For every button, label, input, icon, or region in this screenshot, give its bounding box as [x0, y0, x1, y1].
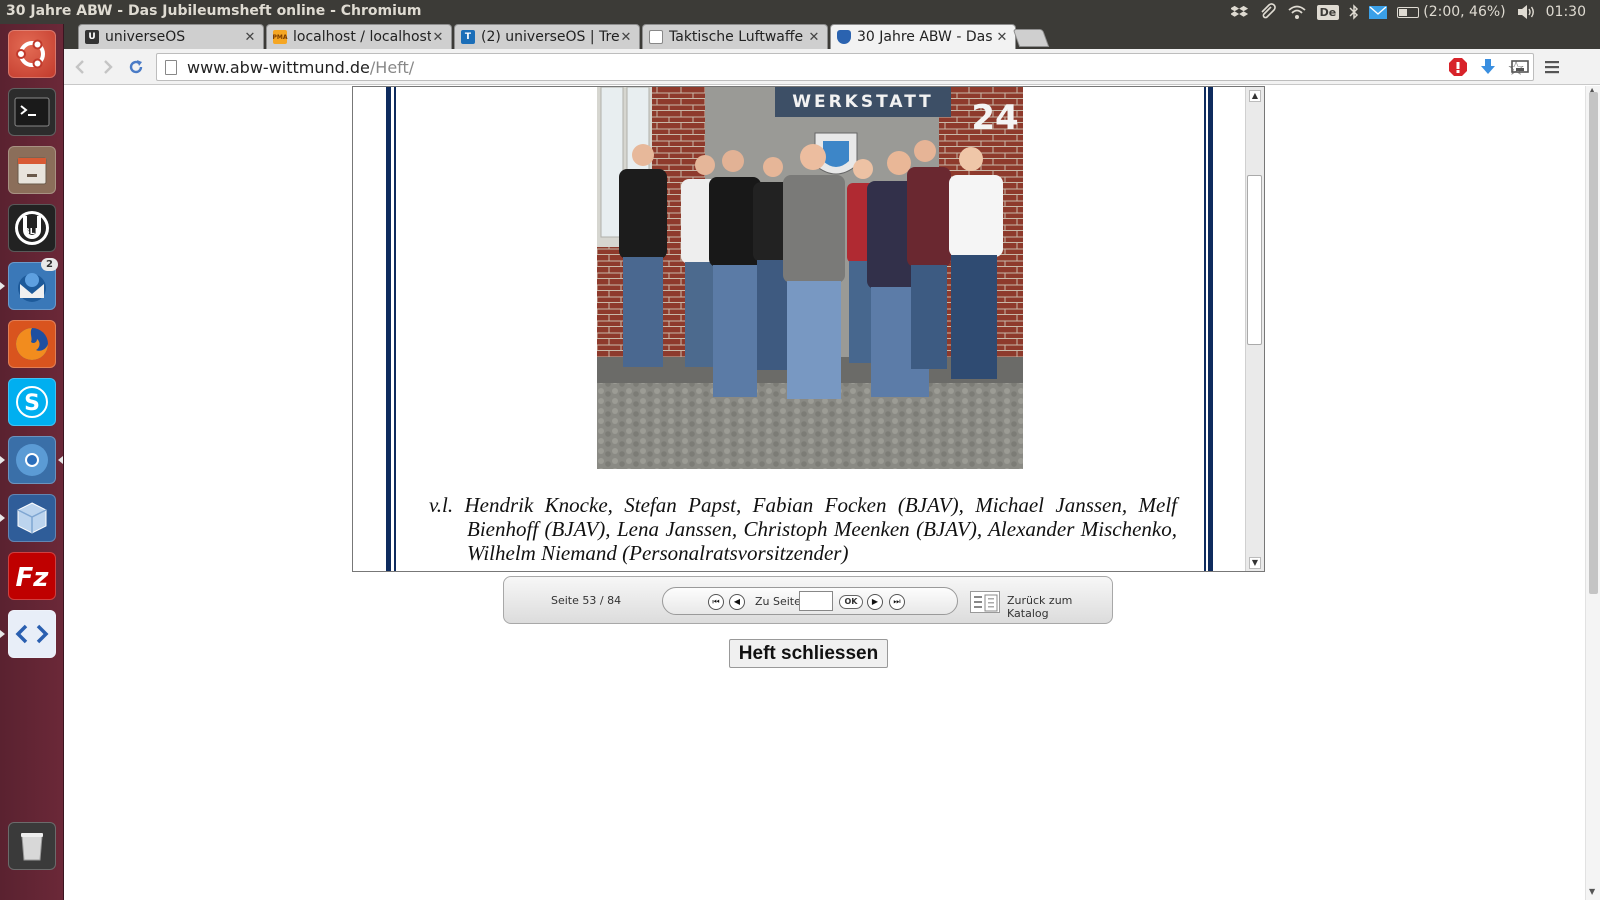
page-navigation-bar: Seite 53 / 84 ⏮ ◀ Zu Seite: OK ▶ ⏭ Zurüc… — [503, 576, 1113, 624]
page-icon — [165, 59, 177, 75]
page-scroll-thumb[interactable] — [1589, 92, 1598, 594]
magazine-page-viewer[interactable]: WERKSTATT 24 v.l. Hendrik Knocke, Stefan… — [352, 86, 1265, 572]
back-arrow-icon — [75, 60, 84, 74]
mail-icon[interactable] — [1369, 0, 1388, 24]
ubuntu-dash-icon[interactable] — [8, 30, 56, 78]
menu-icon[interactable] — [1540, 55, 1564, 79]
paperclip-icon[interactable] — [1259, 0, 1277, 24]
chromium-icon[interactable] — [8, 436, 56, 484]
tab-universeos[interactable]: U universeOS ✕ — [78, 24, 264, 49]
virtualbox-icon[interactable] — [8, 494, 56, 542]
focused-indicator — [58, 456, 63, 464]
clock[interactable]: 01:30 — [1546, 0, 1586, 24]
tab-trello[interactable]: T (2) universeOS | Trello ✕ — [454, 24, 640, 49]
forward-button[interactable] — [96, 55, 120, 79]
running-indicator — [0, 282, 5, 290]
tab-close-icon[interactable]: ✕ — [807, 30, 821, 45]
address-bar[interactable]: www.abw-wittmund.de/Heft/ ☆ — [156, 53, 1534, 81]
skype-icon[interactable]: S — [8, 378, 56, 426]
close-magazine-button[interactable]: Heft schliessen — [729, 639, 888, 668]
phpmyadmin-favicon: PMA — [273, 30, 288, 44]
unity-launcher: BLE 2 S Fz — [0, 24, 64, 900]
tab-close-icon[interactable]: ✕ — [995, 30, 1009, 45]
battery-indicator[interactable]: (2:00, 46%) — [1397, 0, 1506, 24]
thunderbird-icon[interactable]: 2 — [8, 258, 58, 310]
tab-close-icon[interactable]: ✕ — [431, 30, 445, 45]
new-tab-button[interactable] — [1012, 29, 1050, 47]
goto-page-label: Zu Seite: — [755, 595, 805, 608]
page-counter: Seite 53 / 84 — [551, 594, 622, 607]
firefox-icon[interactable] — [8, 320, 56, 368]
battery-status: (2:00, 46%) — [1423, 4, 1506, 20]
photo-sign-werkstatt: WERKSTATT — [792, 92, 934, 112]
filezilla-icon[interactable]: Fz — [8, 552, 56, 600]
tab-localhost[interactable]: PMA localhost / localhost ✕ — [266, 24, 452, 49]
abw-shield-favicon — [837, 30, 851, 44]
page-favicon — [649, 30, 663, 44]
photo-sign-number: 24 — [971, 98, 1018, 138]
page-border-left-outer — [386, 87, 391, 571]
volume-icon[interactable] — [1516, 0, 1536, 24]
tab-strip: U universeOS ✕ PMA localhost / localhost… — [64, 24, 1600, 49]
running-indicator — [0, 514, 5, 522]
tab-close-icon[interactable]: ✕ — [243, 30, 257, 45]
keyboard-layout-indicator[interactable]: De — [1316, 0, 1340, 24]
viewer-scrollbar[interactable]: ▲ ▼ — [1245, 87, 1264, 571]
trash-icon[interactable] — [8, 822, 56, 870]
back-to-catalog-link[interactable]: Zurück zum Katalog — [1007, 594, 1112, 620]
svg-text:BLE: BLE — [24, 227, 41, 236]
url-host: www.abw-wittmund.de — [187, 57, 370, 77]
page-border-right-inner — [1204, 87, 1206, 571]
forward-arrow-icon — [104, 60, 113, 74]
scroll-down-arrow-icon[interactable]: ▼ — [1249, 557, 1261, 569]
system-tray: De (2:00, 46%) 01:30 — [1230, 0, 1586, 24]
page-scroll-down-arrow-icon[interactable]: ▼ — [1589, 887, 1595, 896]
window-title: 30 Jahre ABW - Das Jubileumsheft online … — [6, 3, 422, 19]
next-page-icon[interactable]: ▶ — [867, 594, 883, 610]
viewer-scroll-thumb[interactable] — [1247, 175, 1262, 345]
back-button[interactable] — [68, 55, 92, 79]
battery-level-fill — [1399, 8, 1408, 16]
tab-close-icon[interactable]: ✕ — [619, 30, 633, 45]
dropbox-icon[interactable] — [1230, 0, 1249, 24]
previous-page-icon[interactable]: ◀ — [729, 594, 745, 610]
top-panel: 30 Jahre ABW - Das Jubileumsheft online … — [0, 0, 1600, 24]
trello-favicon: T — [461, 30, 475, 44]
browser-toolbar: www.abw-wittmund.de/Heft/ ☆ — [64, 49, 1600, 85]
page-border-left-inner — [394, 87, 396, 571]
goto-page-input[interactable] — [799, 591, 833, 611]
reload-icon — [129, 60, 143, 74]
svg-text:Fz: Fz — [16, 563, 50, 593]
cast-icon[interactable] — [1508, 55, 1532, 79]
universeos-favicon: U — [85, 30, 99, 44]
catalog-icon[interactable] — [970, 591, 1000, 613]
file-manager-icon[interactable] — [8, 146, 56, 194]
goto-ok-button[interactable]: OK — [839, 595, 863, 609]
wifi-icon[interactable] — [1287, 0, 1307, 24]
page-content: WERKSTATT 24 v.l. Hendrik Knocke, Stefan… — [64, 86, 1600, 900]
ble-app-icon[interactable]: BLE — [8, 204, 56, 252]
svg-text:S: S — [24, 391, 40, 416]
page-controls: ⏮ ◀ Zu Seite: OK ▶ ⏭ — [662, 587, 958, 615]
adblock-icon[interactable] — [1446, 55, 1470, 79]
page-scrollbar[interactable]: ▲ ▼ — [1585, 86, 1600, 900]
running-indicator — [0, 456, 5, 464]
terminal-icon[interactable] — [8, 88, 56, 136]
battery-icon — [1397, 6, 1420, 18]
running-indicator — [0, 630, 5, 638]
bluetooth-icon[interactable] — [1349, 0, 1359, 24]
code-editor-icon[interactable] — [8, 610, 56, 658]
tab-30-jahre-abw[interactable]: 30 Jahre ABW - Das Jubileumsheft ✕ — [830, 24, 1016, 49]
first-page-icon[interactable]: ⏮ — [708, 594, 724, 610]
photo-caption: v.l. Hendrik Knocke, Stefan Papst, Fabia… — [429, 493, 1177, 565]
url-path: /Heft/ — [369, 57, 415, 77]
page-border-right-outer — [1208, 87, 1213, 571]
download-icon[interactable] — [1476, 55, 1500, 79]
tab-taktische-luftwaffe[interactable]: Taktische Luftwaffe ✕ — [642, 24, 828, 49]
reload-button[interactable] — [124, 55, 148, 79]
last-page-icon[interactable]: ⏭ — [889, 594, 905, 610]
scroll-up-arrow-icon[interactable]: ▲ — [1249, 90, 1261, 102]
group-photo: WERKSTATT 24 — [597, 87, 1023, 469]
unread-count-badge: 2 — [41, 258, 58, 271]
